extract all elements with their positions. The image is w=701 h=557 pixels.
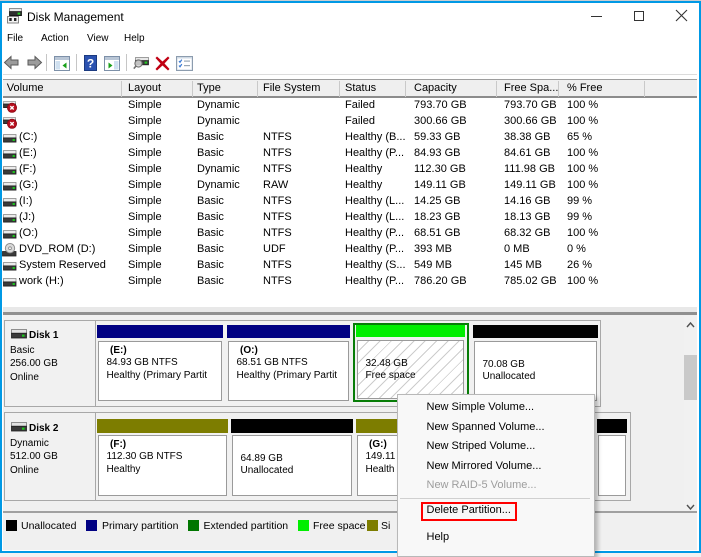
svg-text:?: ? (87, 57, 94, 71)
